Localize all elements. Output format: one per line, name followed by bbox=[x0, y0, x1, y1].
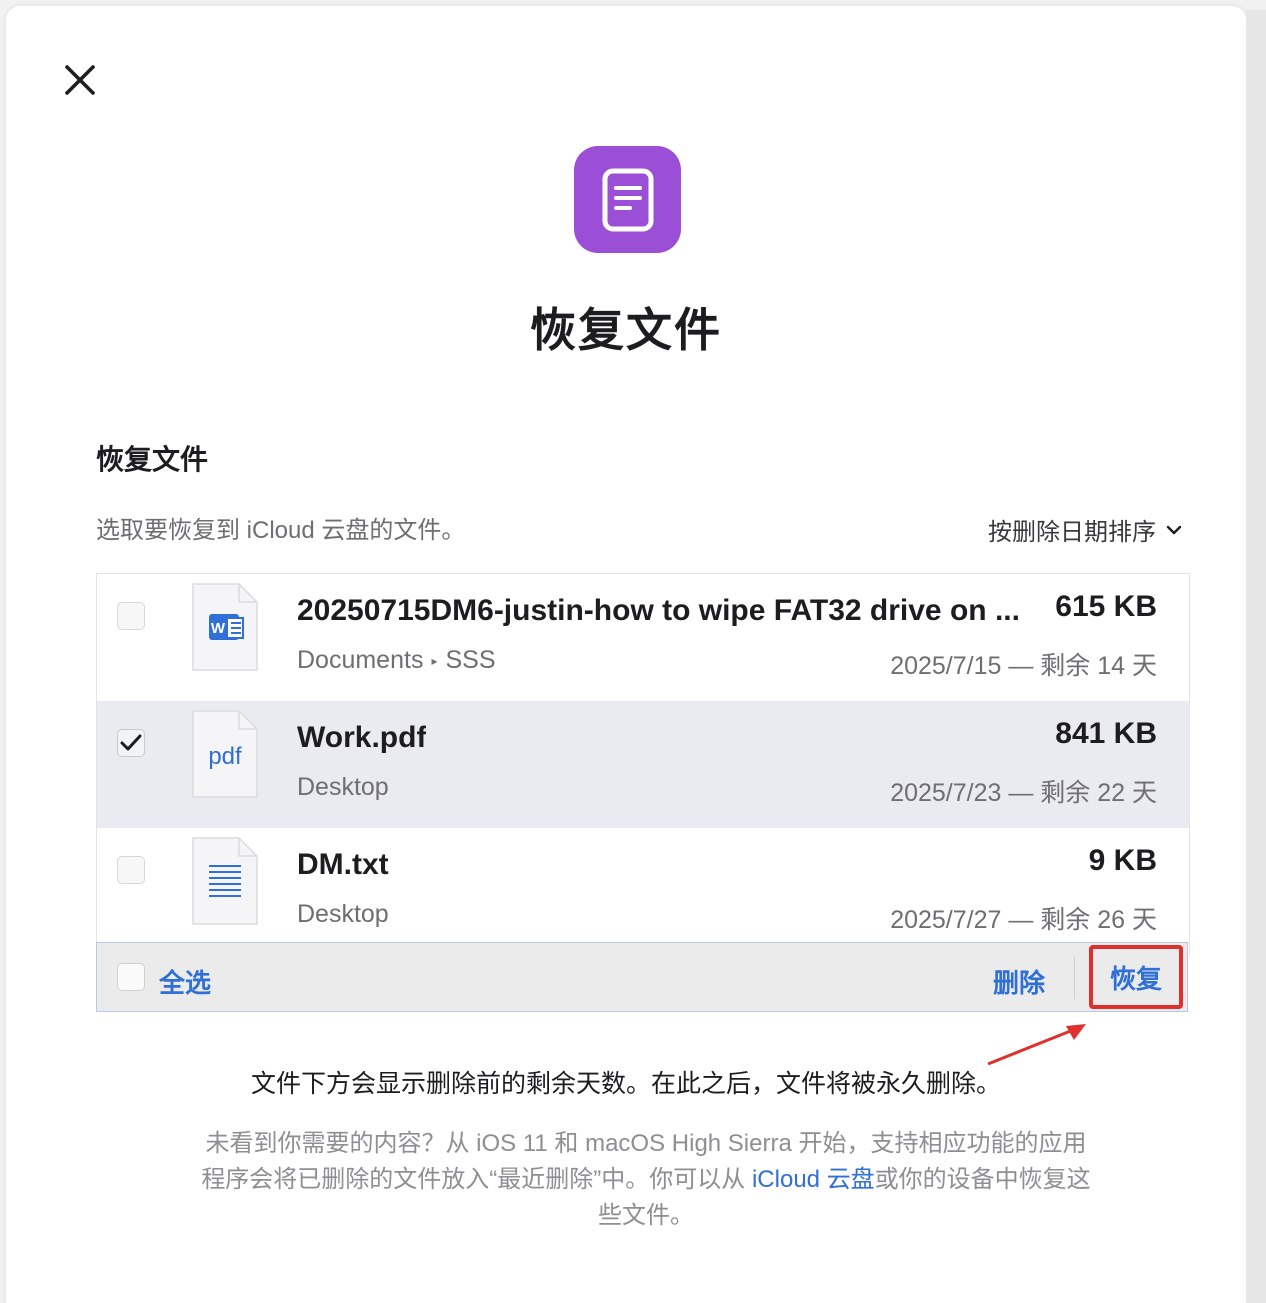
restore-button[interactable]: 恢复 bbox=[1089, 945, 1183, 1009]
file-path: Documents ▸ SSS bbox=[297, 646, 496, 675]
file-path: Desktop bbox=[297, 900, 389, 929]
close-button[interactable] bbox=[56, 56, 104, 104]
annotation-arrow-icon bbox=[987, 1024, 1086, 1066]
document-icon bbox=[602, 168, 653, 231]
sort-dropdown[interactable]: 按删除日期排序 bbox=[988, 512, 1182, 547]
retention-note: 文件下方会显示删除前的剩余天数。在此之后，文件将被永久删除。 bbox=[250, 1070, 1001, 1098]
delete-button[interactable]: 删除 bbox=[993, 963, 1045, 1000]
select-all-checkbox[interactable] bbox=[117, 963, 145, 991]
file-path: Desktop bbox=[297, 773, 389, 802]
file-name: DM.txt bbox=[297, 848, 389, 881]
action-divider bbox=[1074, 957, 1075, 999]
row-checkbox[interactable] bbox=[117, 856, 145, 884]
close-icon bbox=[65, 65, 95, 95]
file-row[interactable]: pdf Work.pdf 841 KB Desktop 2025/7/23 — … bbox=[97, 701, 1189, 828]
restore-files-dialog: 恢复文件 恢复文件 选取要恢复到 iCloud 云盘的文件。 按删除日期排序 W… bbox=[6, 6, 1246, 1303]
action-bar: 全选 删除 恢复 bbox=[96, 942, 1188, 1012]
sort-label: 按删除日期排序 bbox=[988, 519, 1156, 546]
file-row[interactable]: W 20250715DM6-justin-how to wipe FAT32 d… bbox=[97, 574, 1189, 701]
checkmark-icon bbox=[120, 734, 142, 751]
file-size: 841 KB bbox=[1055, 717, 1157, 750]
row-checkbox[interactable] bbox=[117, 729, 145, 757]
chevron-down-icon bbox=[1166, 525, 1182, 534]
pdf-file-icon: pdf bbox=[192, 710, 258, 798]
path-separator-icon: ▸ bbox=[431, 653, 438, 668]
section-title: 恢复文件 bbox=[96, 444, 209, 475]
app-icon bbox=[574, 146, 681, 253]
subtitle: 选取要恢复到 iCloud 云盘的文件。 bbox=[96, 517, 466, 544]
file-row[interactable]: DM.txt 9 KB Desktop 2025/7/27 — 剩余 26 天 bbox=[97, 828, 1189, 955]
select-all-button[interactable]: 全选 bbox=[159, 963, 211, 1000]
file-size: 615 KB bbox=[1055, 590, 1157, 623]
file-date: 2025/7/27 — 剩余 26 天 bbox=[890, 906, 1157, 934]
help-text: 未看到你需要的内容？从 iOS 11 和 macOS High Sierra 开… bbox=[196, 1126, 1096, 1234]
path-segment: SSS bbox=[445, 646, 496, 674]
word-file-icon: W bbox=[192, 583, 258, 671]
row-checkbox[interactable] bbox=[117, 602, 145, 630]
scrollbar[interactable] bbox=[1246, 10, 1266, 1303]
file-date: 2025/7/15 — 剩余 14 天 bbox=[890, 652, 1157, 680]
file-name: 20250715DM6-justin-how to wipe FAT32 dri… bbox=[297, 594, 1020, 627]
icloud-drive-link[interactable]: iCloud 云盘 bbox=[752, 1166, 875, 1193]
word-icon-letter: W bbox=[211, 620, 226, 637]
page-title: 恢复文件 bbox=[530, 304, 722, 356]
file-name: Work.pdf bbox=[297, 721, 427, 754]
text-file-icon bbox=[192, 837, 258, 925]
path-segment: Desktop bbox=[297, 773, 389, 801]
path-segment: Desktop bbox=[297, 900, 389, 928]
file-list: W 20250715DM6-justin-how to wipe FAT32 d… bbox=[96, 573, 1190, 955]
file-size: 9 KB bbox=[1088, 844, 1157, 877]
file-date: 2025/7/23 — 剩余 22 天 bbox=[890, 779, 1157, 807]
pdf-icon-label: pdf bbox=[208, 743, 242, 770]
path-segment: Documents bbox=[297, 646, 424, 674]
